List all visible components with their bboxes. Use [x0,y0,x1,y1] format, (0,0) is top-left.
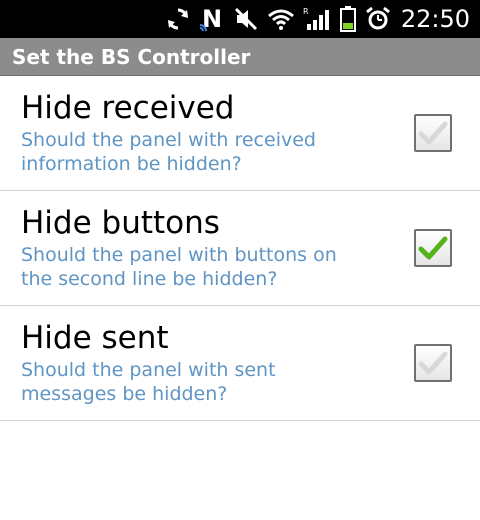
preference-text: Hide sent Should the panel with sent mes… [21,320,414,406]
nfc-icon: N [199,5,225,33]
preference-text: Hide received Should the panel with rece… [21,90,414,176]
page-title: Set the BS Controller [12,44,251,69]
alarm-icon [365,6,391,32]
preference-hide-buttons[interactable]: Hide buttons Should the panel with butto… [0,191,480,306]
status-bar: N R 22:50 [0,0,480,38]
status-time: 22:50 [400,5,470,33]
preference-summary: Should the panel with buttons on the sec… [21,244,337,290]
checkmark-icon [418,121,448,145]
svg-text:R: R [303,7,309,16]
checkmark-icon [418,236,448,260]
mute-icon [233,6,259,32]
hide-buttons-checkbox[interactable] [414,229,452,267]
preference-hide-sent[interactable]: Hide sent Should the panel with sent mes… [0,306,480,421]
checkmark-icon [418,351,448,375]
preference-title: Hide received [21,90,235,126]
hide-sent-checkbox[interactable] [414,344,452,382]
preference-title: Hide sent [21,320,169,356]
hide-received-checkbox[interactable] [414,114,452,152]
battery-icon [339,5,357,33]
preference-hide-received[interactable]: Hide received Should the panel with rece… [0,76,480,191]
preference-summary: Should the panel with sent messages be h… [21,359,276,405]
title-bar: Set the BS Controller [0,38,480,76]
wifi-icon [267,6,295,32]
preference-title: Hide buttons [21,205,220,241]
preference-list: Hide received Should the panel with rece… [0,76,480,421]
preference-text: Hide buttons Should the panel with butto… [21,205,414,291]
signal-icon: R [303,6,331,32]
preference-summary: Should the panel with received informati… [21,129,316,175]
sync-icon [165,6,191,32]
